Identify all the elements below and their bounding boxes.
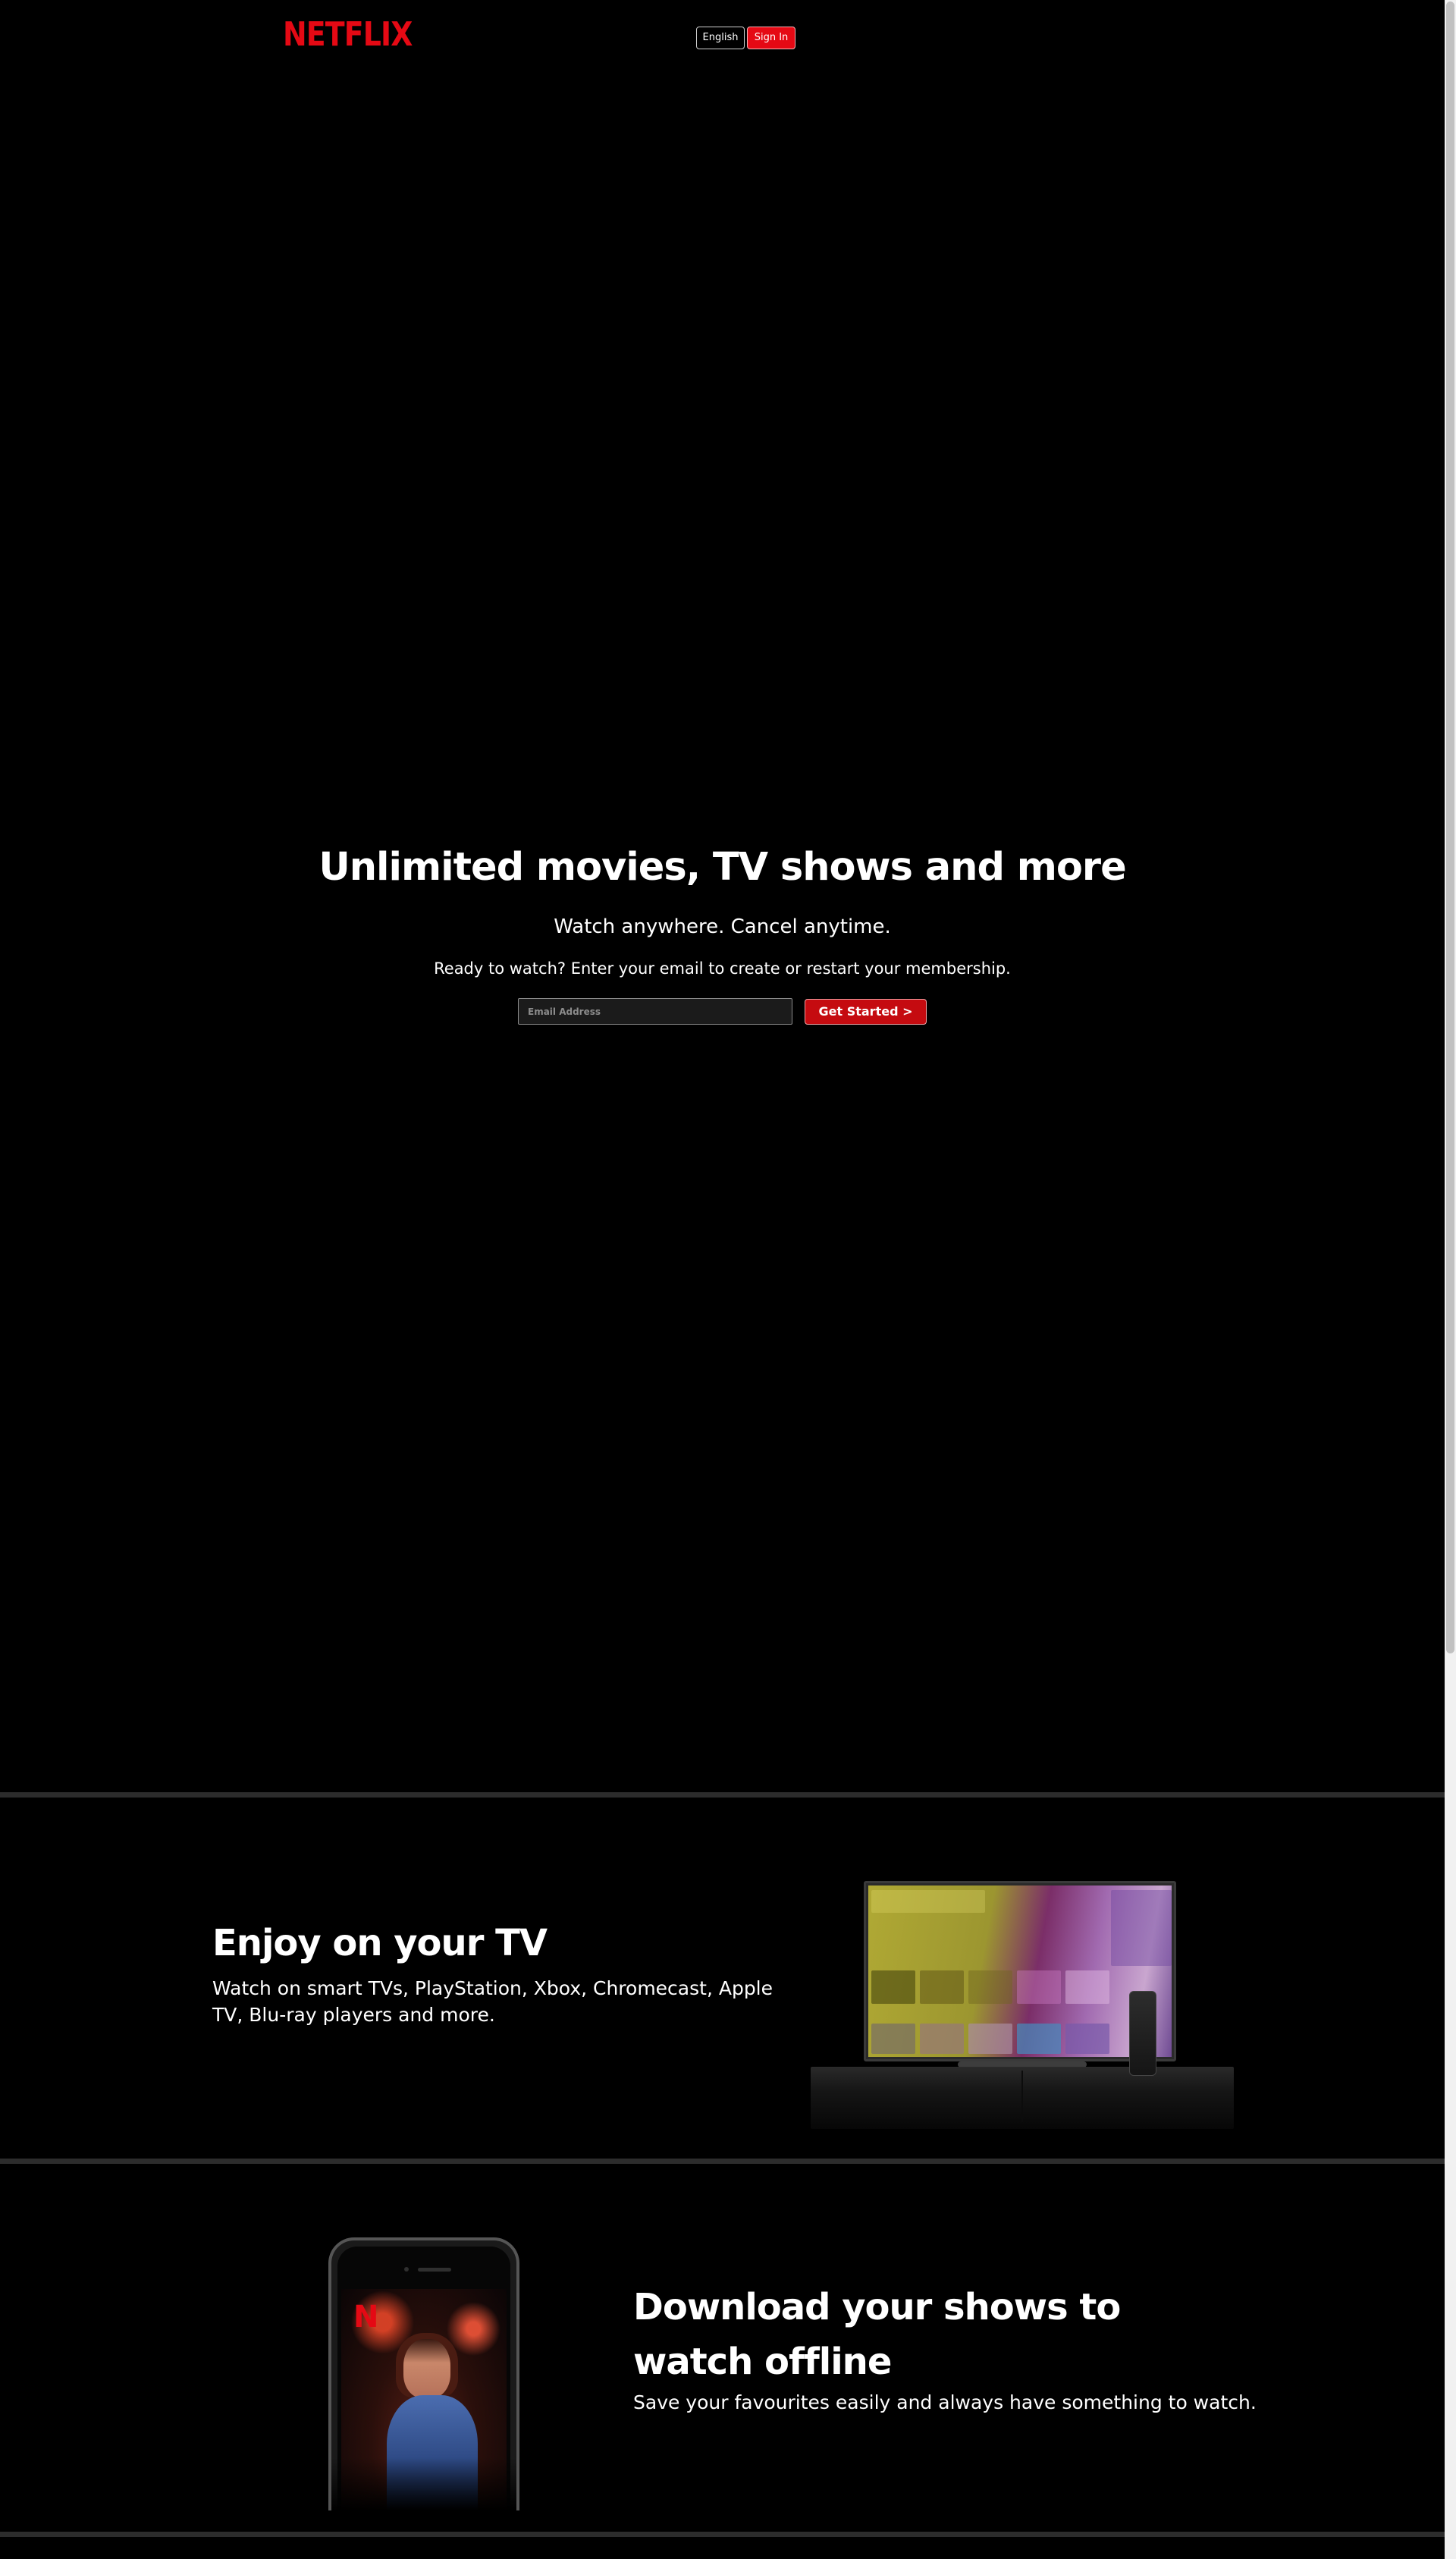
feature-download-description: Save your favourites easily and always h… [633, 2391, 1257, 2413]
phone-fade [331, 2457, 516, 2510]
scrollbar-thumb[interactable] [1446, 2, 1454, 1653]
phone-illustration: N [328, 2237, 519, 2510]
remote-control [1129, 1991, 1156, 2076]
feature-download-title: Download your shows to watch offline [633, 2286, 1121, 2383]
section-divider [0, 1792, 1445, 1798]
vertical-scrollbar[interactable] [1445, 0, 1456, 2559]
hero-cta-text: Ready to watch? Enter your email to crea… [434, 959, 1011, 978]
poster-figure-head [403, 2339, 450, 2398]
tv-screen [868, 1885, 1172, 2057]
tv-illustration [811, 1828, 1234, 2131]
section-divider [0, 2159, 1445, 2164]
email-input[interactable] [518, 998, 792, 1025]
language-button[interactable]: English [696, 27, 745, 49]
cabinet-divider [1021, 2071, 1023, 2122]
feature-tv-title: Enjoy on your TV [212, 1922, 548, 1964]
sign-in-button[interactable]: Sign In [747, 27, 795, 49]
feature-tv-description: Watch on smart TVs, PlayStation, Xbox, C… [212, 1977, 774, 2026]
netflix-logo[interactable]: NETFLIX [283, 17, 413, 53]
phone-camera [404, 2267, 409, 2272]
hero-title: Unlimited movies, TV shows and more [318, 845, 1126, 890]
page: NETFLIX English Sign In Unlimited movies… [0, 0, 1456, 2559]
netflix-n-icon: N [353, 2300, 379, 2334]
phone-speaker [418, 2268, 451, 2272]
get-started-button[interactable]: Get Started > [805, 999, 927, 1025]
section-divider [0, 2532, 1445, 2537]
hero-subtitle: Watch anywhere. Cancel anytime. [554, 915, 891, 938]
